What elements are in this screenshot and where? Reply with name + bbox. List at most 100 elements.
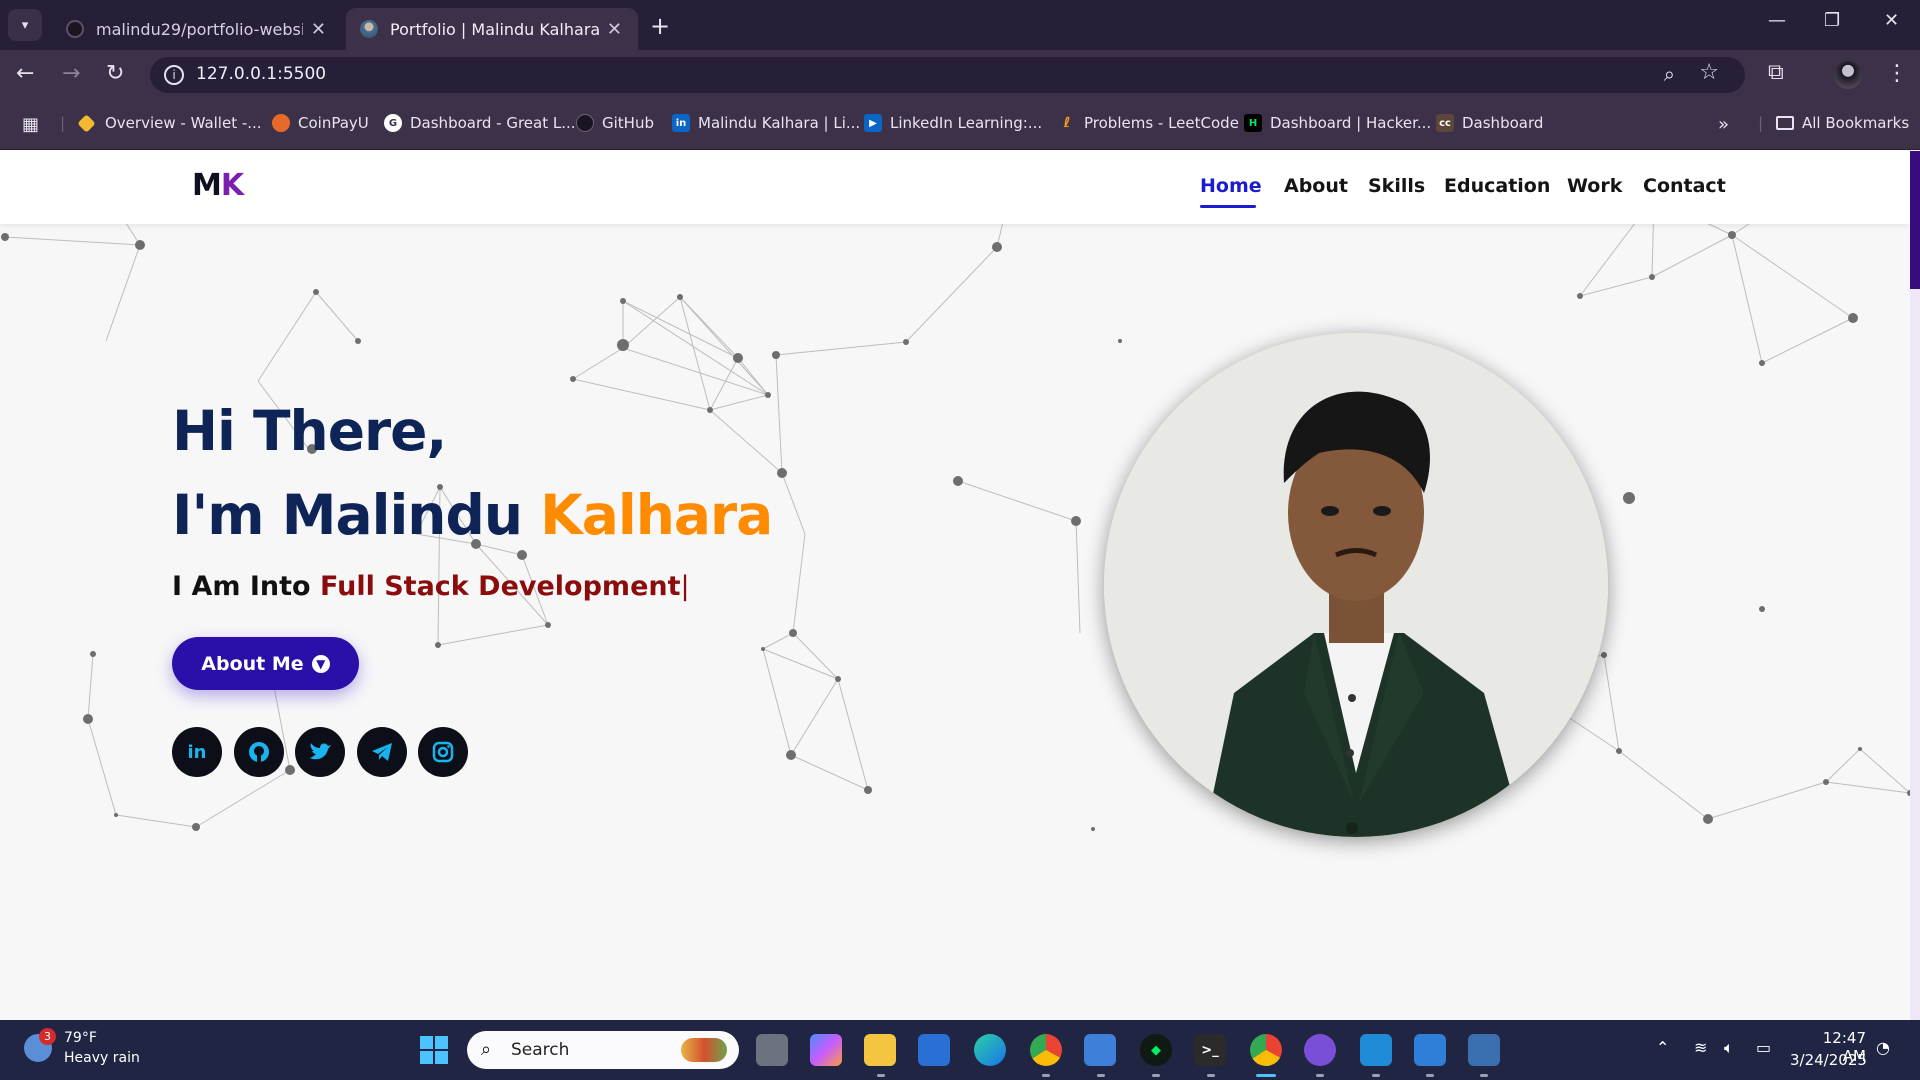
restore-icon[interactable]: ❐ — [1824, 10, 1840, 31]
file-explorer-icon[interactable] — [864, 1034, 896, 1066]
bookmark-label: Dashboard | Hacker... — [1270, 114, 1432, 132]
terminal-icon[interactable]: >_ — [1194, 1034, 1226, 1066]
photos-icon[interactable] — [1414, 1034, 1446, 1066]
clock-date[interactable]: 3/24/2025 — [1790, 1051, 1867, 1069]
github-desktop-icon[interactable] — [1304, 1034, 1336, 1066]
zoom-icon[interactable]: ⌕ — [1664, 62, 1675, 86]
forward-icon[interactable]: → — [62, 61, 80, 86]
bookmark-coinpayu[interactable]: CoinPayU — [272, 114, 369, 132]
bookmark-leetcode[interactable]: ℓ Problems - LeetCode — [1058, 114, 1239, 132]
browser-menu-icon[interactable]: ⋮ — [1886, 61, 1908, 86]
close-tab-icon[interactable]: ✕ — [607, 19, 622, 40]
bookmark-binance[interactable]: Overview - Wallet -... — [77, 113, 262, 133]
about-me-button[interactable]: About Me ▼ — [172, 637, 359, 690]
search-icon: ⌕ — [481, 1039, 492, 1060]
edge-icon[interactable] — [974, 1034, 1006, 1066]
linkedin-learning-icon: ▶ — [864, 114, 882, 132]
twitter-icon[interactable] — [295, 727, 345, 777]
notification-bell-icon[interactable]: ◔ — [1876, 1038, 1890, 1057]
address-bar[interactable]: i 127.0.0.1:5500 ⌕ ☆ — [150, 57, 1745, 93]
coinpayu-icon — [272, 114, 290, 132]
site-logo[interactable]: MK — [192, 168, 244, 203]
binance-icon — [77, 113, 96, 133]
microsoft-store-icon[interactable] — [918, 1034, 950, 1066]
battery-icon[interactable]: ▭ — [1756, 1038, 1771, 1057]
hero-role-typed: Full Stack Development — [320, 571, 681, 602]
page-scrollbar[interactable] — [1910, 151, 1920, 1020]
linkedin-icon: in — [672, 114, 690, 132]
nav-contact[interactable]: Contact — [1643, 175, 1726, 197]
bookmark-label: GitHub — [602, 114, 654, 132]
tab-title: malindu29/portfolio-website — [96, 19, 303, 39]
page-scrollbar-thumb[interactable] — [1910, 151, 1920, 289]
nav-about[interactable]: About — [1284, 175, 1348, 197]
nav-work[interactable]: Work — [1567, 175, 1622, 197]
more-bookmarks-icon[interactable]: » — [1718, 114, 1729, 135]
windows-start-icon[interactable] — [418, 1034, 450, 1066]
nav-skills[interactable]: Skills — [1368, 175, 1425, 197]
notepad-icon[interactable] — [1084, 1034, 1116, 1066]
bookmark-great-learning[interactable]: G Dashboard - Great L... — [384, 114, 576, 132]
about-me-label: About Me — [201, 652, 304, 675]
browser-toolbar: ← → ↻ i 127.0.0.1:5500 ⌕ ☆ ⧉ ⋮ — [0, 50, 1920, 100]
wifi-icon[interactable]: ≋ — [1694, 1038, 1707, 1057]
all-bookmarks[interactable]: All Bookmarks — [1776, 114, 1909, 132]
bookmark-label: LinkedIn Learning:... — [890, 114, 1043, 132]
extensions-icon[interactable]: ⧉ — [1768, 60, 1784, 85]
mongodb-compass-icon[interactable]: ◆ — [1140, 1034, 1172, 1066]
weather-temperature[interactable]: 79°F — [64, 1030, 97, 1046]
hero-name-highlight: Kalhara — [540, 483, 773, 547]
github-icon[interactable] — [234, 727, 284, 777]
apps-grid-icon[interactable]: ▦ — [22, 114, 39, 135]
typing-cursor: | — [680, 571, 690, 602]
site-info-icon[interactable]: i — [164, 65, 184, 85]
nav-active-underline — [1200, 205, 1256, 208]
weather-description[interactable]: Heavy rain — [64, 1050, 140, 1066]
close-window-icon[interactable]: ✕ — [1884, 10, 1899, 31]
running-indicator — [1316, 1074, 1324, 1077]
running-indicator — [877, 1074, 885, 1077]
bookmark-label: Malindu Kalhara | Li... — [698, 114, 861, 132]
linkedin-icon[interactable]: in — [172, 727, 222, 777]
hackerrank-icon: H — [1244, 114, 1262, 132]
nav-education[interactable]: Education — [1444, 175, 1550, 197]
tab-search-menu-button[interactable]: ▾ — [8, 9, 42, 41]
vscode-icon[interactable] — [1360, 1034, 1392, 1066]
minimize-icon[interactable]: — — [1768, 10, 1786, 31]
running-indicator — [1152, 1074, 1160, 1077]
mysql-workbench-icon[interactable] — [1468, 1034, 1500, 1066]
browser-tab-active[interactable]: Portfolio | Malindu Kalhara ✕ — [346, 8, 638, 50]
bookmark-star-icon[interactable]: ☆ — [1699, 60, 1719, 85]
new-tab-icon[interactable]: + — [650, 12, 670, 40]
copilot-icon[interactable] — [810, 1034, 842, 1066]
folder-icon — [1776, 116, 1794, 130]
bookmark-hackerrank[interactable]: H Dashboard | Hacker... — [1244, 114, 1431, 132]
logo-letter-m: M — [192, 168, 222, 203]
profile-avatar[interactable] — [1834, 61, 1862, 89]
leetcode-icon: ℓ — [1063, 115, 1071, 131]
bookmark-divider: | — [60, 114, 66, 132]
portfolio-page: MK Home About Skills Education Work Cont… — [0, 151, 1920, 1020]
browser-tab[interactable]: malindu29/portfolio-website ✕ — [52, 8, 342, 50]
show-hidden-icons-icon[interactable]: ⌃ — [1656, 1038, 1669, 1057]
taskbar-search-box[interactable]: ⌕ Search — [467, 1031, 739, 1069]
bookmarks-bar: ▦ | Overview - Wallet -... CoinPayU G Da… — [0, 100, 1920, 150]
bookmark-linkedin[interactable]: in Malindu Kalhara | Li... — [672, 114, 860, 132]
volume-icon[interactable]: 🔈︎ — [1724, 1038, 1734, 1058]
bookmark-label: Dashboard - Great L... — [410, 114, 576, 132]
chrome-profile-icon[interactable] — [1030, 1034, 1062, 1066]
bookmark-linkedin-learning[interactable]: ▶ LinkedIn Learning:... — [864, 114, 1042, 132]
close-tab-icon[interactable]: ✕ — [311, 19, 326, 40]
reload-icon[interactable]: ↻ — [106, 61, 124, 86]
telegram-icon[interactable] — [357, 727, 407, 777]
task-view-icon[interactable] — [756, 1034, 788, 1066]
chrome-icon[interactable] — [1250, 1034, 1282, 1066]
back-icon[interactable]: ← — [16, 61, 34, 86]
codechef-icon: cc — [1436, 114, 1454, 132]
bookmark-github[interactable]: GitHub — [576, 114, 654, 132]
nav-home[interactable]: Home — [1200, 175, 1262, 197]
instagram-icon[interactable] — [418, 727, 468, 777]
url-text[interactable]: 127.0.0.1:5500 — [196, 64, 326, 84]
github-icon — [576, 114, 594, 132]
bookmark-codechef[interactable]: cc Dashboard — [1436, 114, 1543, 132]
